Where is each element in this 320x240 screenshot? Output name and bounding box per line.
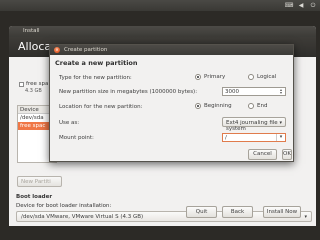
quit-button[interactable]: Quit — [186, 206, 217, 218]
partition-size-label: New partition size in megabytes (1000000… — [59, 89, 198, 95]
partition-type-label: Type for the new partition: — [59, 75, 132, 81]
create-partition-dialog: × Create partition Create a new partitio… — [49, 44, 294, 162]
radio-end-label: End — [257, 103, 268, 109]
boot-device-value: /dev/sda VMware, VMware Virtual S (4.3 G… — [21, 214, 144, 220]
radio-logical-label: Logical — [257, 74, 277, 80]
keyboard-icon[interactable]: ⌨ — [285, 2, 294, 10]
radio-end[interactable]: End — [248, 103, 267, 109]
chevron-down-icon: ▾ — [279, 120, 282, 126]
spin-arrows-icon[interactable]: ▴ ▾ — [277, 88, 285, 95]
dialog-titlebar: × Create partition — [50, 45, 293, 55]
new-partition-button[interactable]: New Partiti — [17, 176, 62, 187]
top-panel: ⌨ ◀ ⏻ — [0, 0, 320, 11]
mount-point-label: Mount point: — [59, 135, 94, 141]
use-as-label: Use as: — [59, 120, 80, 126]
radio-primary-label: Primary — [204, 74, 226, 80]
installer-titlebar: Install — [9, 26, 316, 37]
chevron-down-icon[interactable]: ▾ — [276, 134, 285, 141]
ok-button[interactable]: OK — [282, 149, 292, 160]
chevron-down-icon: ▾ — [304, 214, 307, 220]
mount-point-input[interactable]: / ▾ — [222, 133, 286, 142]
radio-selected-icon — [195, 74, 201, 80]
use-as-select[interactable]: Ext4 journaling file system ▾ — [222, 117, 286, 132]
volume-icon[interactable]: ◀ — [297, 2, 305, 10]
cancel-button[interactable]: Cancel — [248, 149, 277, 160]
radio-primary[interactable]: Primary — [195, 74, 225, 80]
radio-beginning-label: Beginning — [204, 103, 232, 109]
installer-title: Install — [23, 28, 40, 34]
free-space-legend: free spa — [19, 81, 48, 87]
partition-size-input[interactable]: 3000 ▴ ▾ — [222, 87, 286, 96]
dialog-title: Create partition — [64, 47, 108, 53]
dialog-heading: Create a new partition — [55, 59, 138, 67]
radio-unselected-icon — [248, 74, 254, 80]
free-space-size: 4.3 GB — [25, 88, 42, 94]
back-button[interactable]: Back — [222, 206, 253, 218]
system-tray: ⌨ ◀ ⏻ — [285, 1, 317, 10]
radio-selected-icon — [195, 103, 201, 109]
boot-loader-heading: Boot loader — [16, 194, 53, 200]
boot-device-label: Device for boot loader installation: — [16, 203, 112, 209]
partition-location-label: Location for the new partition: — [59, 104, 143, 110]
power-icon[interactable]: ⏻ — [309, 2, 317, 10]
radio-unselected-icon — [248, 103, 254, 109]
radio-logical[interactable]: Logical — [248, 74, 276, 80]
installer-heading: Alloca — [18, 40, 52, 53]
partition-size-value: 3000 — [225, 89, 239, 95]
mount-point-value: / — [225, 135, 227, 141]
free-space-swatch — [19, 81, 24, 87]
install-now-button[interactable]: Install Now — [263, 206, 301, 218]
use-as-value: Ext4 journaling file system — [226, 120, 278, 132]
close-icon[interactable]: × — [54, 47, 60, 53]
free-space-label: free spa — [26, 81, 49, 87]
radio-beginning[interactable]: Beginning — [195, 103, 232, 109]
